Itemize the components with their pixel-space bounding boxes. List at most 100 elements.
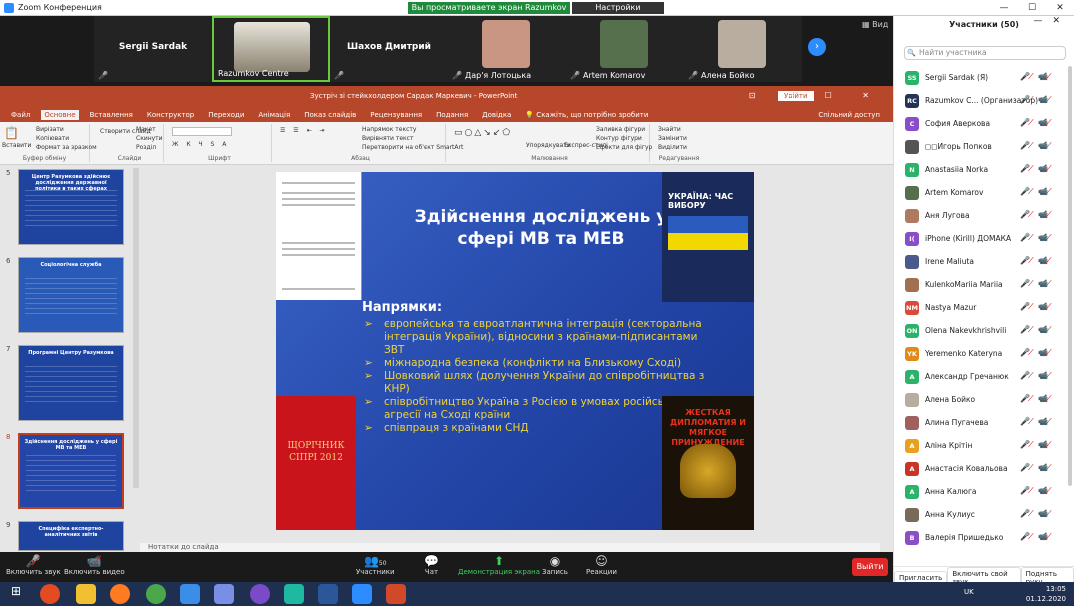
share-screen-button[interactable]: ⬆ Демонстрация экрана [458,554,540,576]
shape-fill-button[interactable]: Заливка фігури [596,126,645,133]
shape-outline-button[interactable]: Контур фігури [596,135,642,142]
participant-row[interactable]: ON Olena Nakevkhrishvili 🎤̸📹̸ [894,319,1066,342]
zoom-app-icon[interactable] [352,584,372,604]
slide-thumbnail[interactable]: Соціологічна служба [18,257,124,333]
chrome-icon[interactable] [146,584,166,604]
next-page-arrow-icon[interactable]: › [808,38,826,56]
participant-row[interactable]: YK Yeremenko Kateryna 🎤̸📹̸ [894,342,1066,365]
tell-me-search[interactable]: 💡 Скажіть, що потрібно зробити [522,110,651,120]
slide-scrollbar[interactable] [880,172,890,462]
start-icon[interactable]: ⊞ [6,584,26,604]
participant-row[interactable]: Artem Komarov 🎤̸📹̸ [894,181,1066,204]
tab-home[interactable]: Основне [41,110,79,120]
video-tile[interactable]: Шахов Дмитрий 🎤̸ [330,16,448,82]
tab-design[interactable]: Конструктор [144,110,197,120]
participant-row[interactable]: KulenkoMariia Mariia 🎤̸📹̸ [894,273,1066,296]
ppt-window-controls[interactable]: ⊡ — ☐ ✕ [749,91,883,100]
participant-row[interactable]: A Анна Калюга 🎤̸📹̸ [894,480,1066,503]
tab-file[interactable]: Файл [8,110,33,120]
tab-view[interactable]: Подання [433,110,471,120]
close-button[interactable]: ✕ [1046,3,1074,13]
layout-button[interactable]: Макет [136,126,156,133]
participant-row[interactable]: NM Nastya Mazur 🎤̸📹̸ [894,296,1066,319]
view-button[interactable]: ▦ Вид [862,20,888,29]
find-button[interactable]: Знайти [658,126,681,133]
participant-row[interactable]: Анна Кулиус 🎤̸📹̸ [894,503,1066,526]
panel-window-controls[interactable]: —✕ [1033,16,1070,26]
system-clock[interactable]: 13:05 01.12.2020 [1026,584,1066,604]
record-button[interactable]: ◉ Запись [542,554,568,576]
tab-slideshow[interactable]: Показ слайдів [301,110,359,120]
participant-row[interactable]: A Аліна Крітін 🎤̸📹̸ [894,434,1066,457]
tab-transitions[interactable]: Переходи [205,110,247,120]
slide-thumbnail[interactable]: Програмні Центру Разумкова [18,345,124,421]
section-button[interactable]: Розділ [136,144,156,151]
align-text-button[interactable]: Вирівняти текст [362,135,413,142]
viber-icon[interactable] [250,584,270,604]
participant-row[interactable]: Алена Бойко 🎤̸📹̸ [894,388,1066,411]
share-button[interactable]: Спільний доступ [815,110,883,120]
participant-search-input[interactable]: Найти участника [904,46,1066,60]
shape-effects-button[interactable]: Ефекти для фігур [596,144,652,151]
slide-thumbnail[interactable]: Специфіка експертно-аналітичних звітів [18,521,124,551]
participant-row[interactable]: A Анастасія Ковальова 🎤̸📹̸ [894,457,1066,480]
minimize-button[interactable]: — [990,3,1018,13]
cut-button[interactable]: Вирізати [36,126,64,133]
reactions-button[interactable]: ☺ Реакции [586,554,617,576]
replace-button[interactable]: Замінити [658,135,687,142]
app-icon[interactable] [214,584,234,604]
reset-button[interactable]: Скинути [136,135,163,142]
app-icon[interactable] [284,584,304,604]
notes-bar[interactable]: Нотатки до слайда [140,543,880,552]
tab-animations[interactable]: Анімація [255,110,293,120]
slide-thumbnail-selected[interactable]: Здійснення досліджень у сфері МВ та МЕВ [18,433,124,509]
tab-help[interactable]: Довідка [479,110,514,120]
video-tile-active-speaker[interactable]: Razumkov Centre [212,16,330,82]
participant-row[interactable]: SS Sergii Sardak (Я) 🎤̸📹̸ [894,66,1066,89]
participant-scrollbar[interactable] [1068,66,1072,486]
video-tile[interactable]: 🎤̸ Алена Бойко [684,16,802,82]
copy-button[interactable]: Копіювати [36,135,69,142]
shapes-gallery[interactable]: ▭○△↘↙⬠ [454,128,512,138]
participant-row[interactable]: B Валерія Пришедько 🎤̸📹̸ [894,526,1066,549]
firefox-icon[interactable] [110,584,130,604]
thumbnail-scrollbar[interactable] [133,168,139,488]
view-options-button[interactable]: Настройки просмотра ⌄ [572,2,664,24]
font-name-field[interactable] [172,127,232,136]
participant-row[interactable]: Аня Лугова 🎤̸📹̸ [894,204,1066,227]
mail-icon[interactable] [180,584,200,604]
powerpoint-icon[interactable] [386,584,406,604]
paste-button[interactable]: Вставити [2,142,31,149]
video-tile[interactable]: 🎤̸ Дар'я Лотоцька [448,16,566,82]
language-indicator[interactable]: UK [964,588,974,596]
participants-button[interactable]: 👥50 Участники [356,554,395,576]
font-format-buttons[interactable]: Ж К Ч S A [172,141,229,148]
video-tile[interactable]: Sergii Sardak 🎤̸ [94,16,212,82]
format-painter-button[interactable]: Формат за зразком [36,144,97,151]
participant-row[interactable]: A Александр Гречанюк 🎤̸📹̸ [894,365,1066,388]
maximize-button[interactable]: ☐ [1018,3,1046,13]
participant-row[interactable]: Алина Пугачева 🎤̸📹̸ [894,411,1066,434]
unmute-button[interactable]: 🎤̸ Включить звук [6,554,61,576]
start-video-button[interactable]: 📹̸ Включить видео [64,554,125,576]
chat-button[interactable]: 💬 Чат [424,554,439,576]
slide-thumbnail[interactable]: Центр Разумкова здійснює дослідження дер… [18,169,124,245]
video-tile[interactable]: 🎤̸ Artem Komarov [566,16,684,82]
participant-row[interactable]: RC Razumkov C... (Организатор) 🎤̸📹̸ [894,89,1066,112]
opera-icon[interactable] [40,584,60,604]
tab-review[interactable]: Рецензування [367,110,425,120]
leave-button[interactable]: Выйти [852,558,888,576]
word-icon[interactable] [318,584,338,604]
participant-row[interactable]: C София Аверкова 🎤̸📹̸ [894,112,1066,135]
list-buttons[interactable]: ☰ ☰ ⇤ ⇥ [280,127,328,134]
file-explorer-icon[interactable] [76,584,96,604]
tab-insert[interactable]: Вставлення [87,110,136,120]
select-button[interactable]: Виділити [658,144,687,151]
participant-row[interactable]: I(iPhone (Kirill) ДОМАКА 🎤̸📹̸ [894,227,1066,250]
zoom-toolbar: 🎤̸ Включить звук 📹̸ Включить видео 👥50 Учас… [0,552,893,582]
participant-row[interactable]: Irene Maliuta 🎤̸📹̸ [894,250,1066,273]
participant-row[interactable]: ◻◻Игорь Попков 🎤̸📹̸ [894,135,1066,158]
smartart-button[interactable]: Перетворити на об'єкт SmartArt [362,144,463,151]
participant-row[interactable]: N Anastasiia Norka 🎤̸📹̸ [894,158,1066,181]
text-direction-button[interactable]: Напрямок тексту [362,126,416,133]
